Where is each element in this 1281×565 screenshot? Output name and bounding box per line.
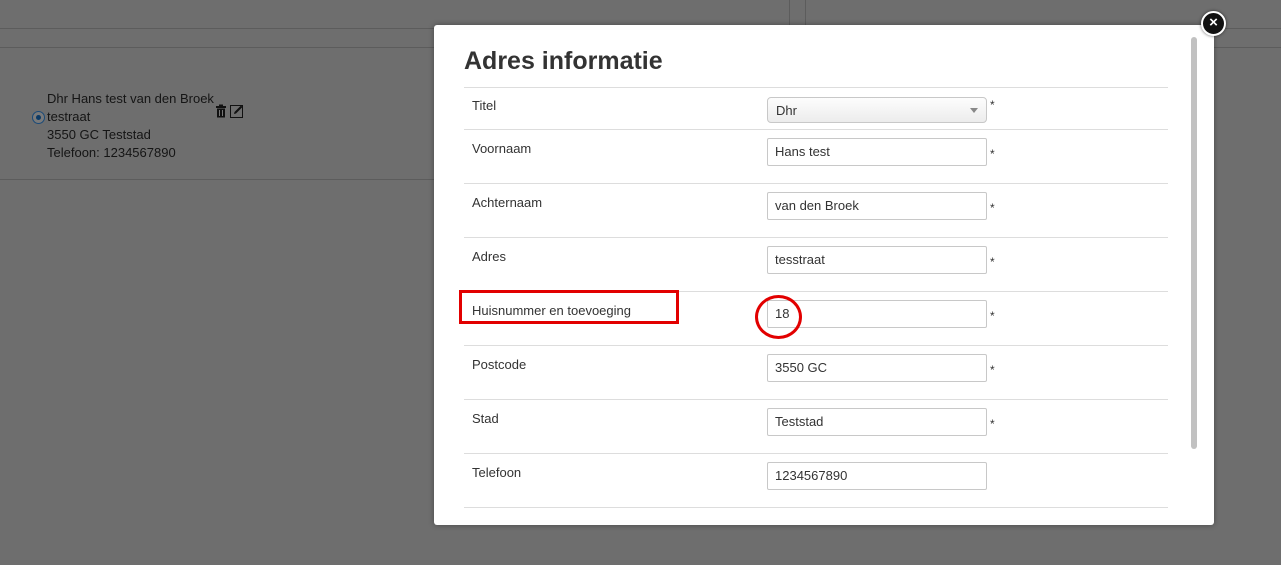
field-label: Titel: [472, 98, 497, 113]
close-icon: ×: [1209, 14, 1218, 31]
address-name-line: Dhr Hans test van den Broek: [47, 91, 214, 106]
address-info-modal: Adres informatie Titel Dhr * Voornaam Ha…: [434, 25, 1214, 525]
field-label: Adres: [472, 249, 506, 264]
achternaam-input[interactable]: van den Broek: [767, 192, 987, 220]
close-modal-button[interactable]: ×: [1201, 11, 1226, 36]
trash-icon[interactable]: [214, 104, 228, 118]
address-select-radio[interactable]: [32, 111, 45, 124]
address-city-line: 3550 GC Teststad: [47, 127, 151, 142]
address-street-line: testraat: [47, 109, 91, 124]
required-mark: *: [990, 98, 995, 112]
voornaam-input[interactable]: Hans test: [767, 138, 987, 166]
edit-icon[interactable]: [230, 104, 244, 118]
divider: [805, 0, 806, 28]
annotation-highlight-box: [459, 290, 679, 324]
required-mark: *: [990, 147, 995, 161]
telefoon-input[interactable]: 1234567890: [767, 462, 987, 490]
field-label: Telefoon: [472, 465, 522, 480]
modal-scrollbar[interactable]: [1189, 33, 1198, 515]
form-row-telefoon: Telefoon 1234567890: [464, 453, 1168, 507]
divider: [789, 0, 790, 28]
chevron-down-icon: [970, 108, 978, 113]
titel-select-value: Dhr: [776, 103, 797, 118]
required-mark: *: [990, 201, 995, 215]
required-mark: *: [990, 417, 995, 431]
required-mark: *: [990, 255, 995, 269]
form-row-adres: Adres tesstraat *: [464, 237, 1168, 291]
field-label: Voornaam: [472, 141, 532, 156]
form-row-voornaam: Voornaam Hans test *: [464, 129, 1168, 183]
adres-input[interactable]: tesstraat: [767, 246, 987, 274]
form-row-titel: Titel Dhr *: [464, 87, 1168, 129]
divider: [0, 179, 440, 180]
form-row-achternaam: Achternaam van den Broek *: [464, 183, 1168, 237]
field-label: Achternaam: [472, 195, 543, 210]
form-row-stad: Stad Teststad *: [464, 399, 1168, 453]
modal-title: Adres informatie: [464, 47, 663, 75]
divider: [464, 507, 1168, 508]
required-mark: *: [990, 309, 995, 323]
field-label: Postcode: [472, 357, 527, 372]
form-row-postcode: Postcode 3550 GC *: [464, 345, 1168, 399]
saved-address-block: Dhr Hans test van den Broek testraat 355…: [47, 90, 214, 162]
scrollbar-thumb[interactable]: [1191, 37, 1197, 449]
stad-input[interactable]: Teststad: [767, 408, 987, 436]
annotation-highlight-circle: [755, 295, 802, 339]
required-mark: *: [990, 363, 995, 377]
titel-select[interactable]: Dhr: [767, 97, 987, 123]
address-actions: [214, 104, 244, 118]
postcode-input[interactable]: 3550 GC: [767, 354, 987, 382]
address-phone-line: Telefoon: 1234567890: [47, 145, 176, 160]
field-label: Stad: [472, 411, 499, 426]
